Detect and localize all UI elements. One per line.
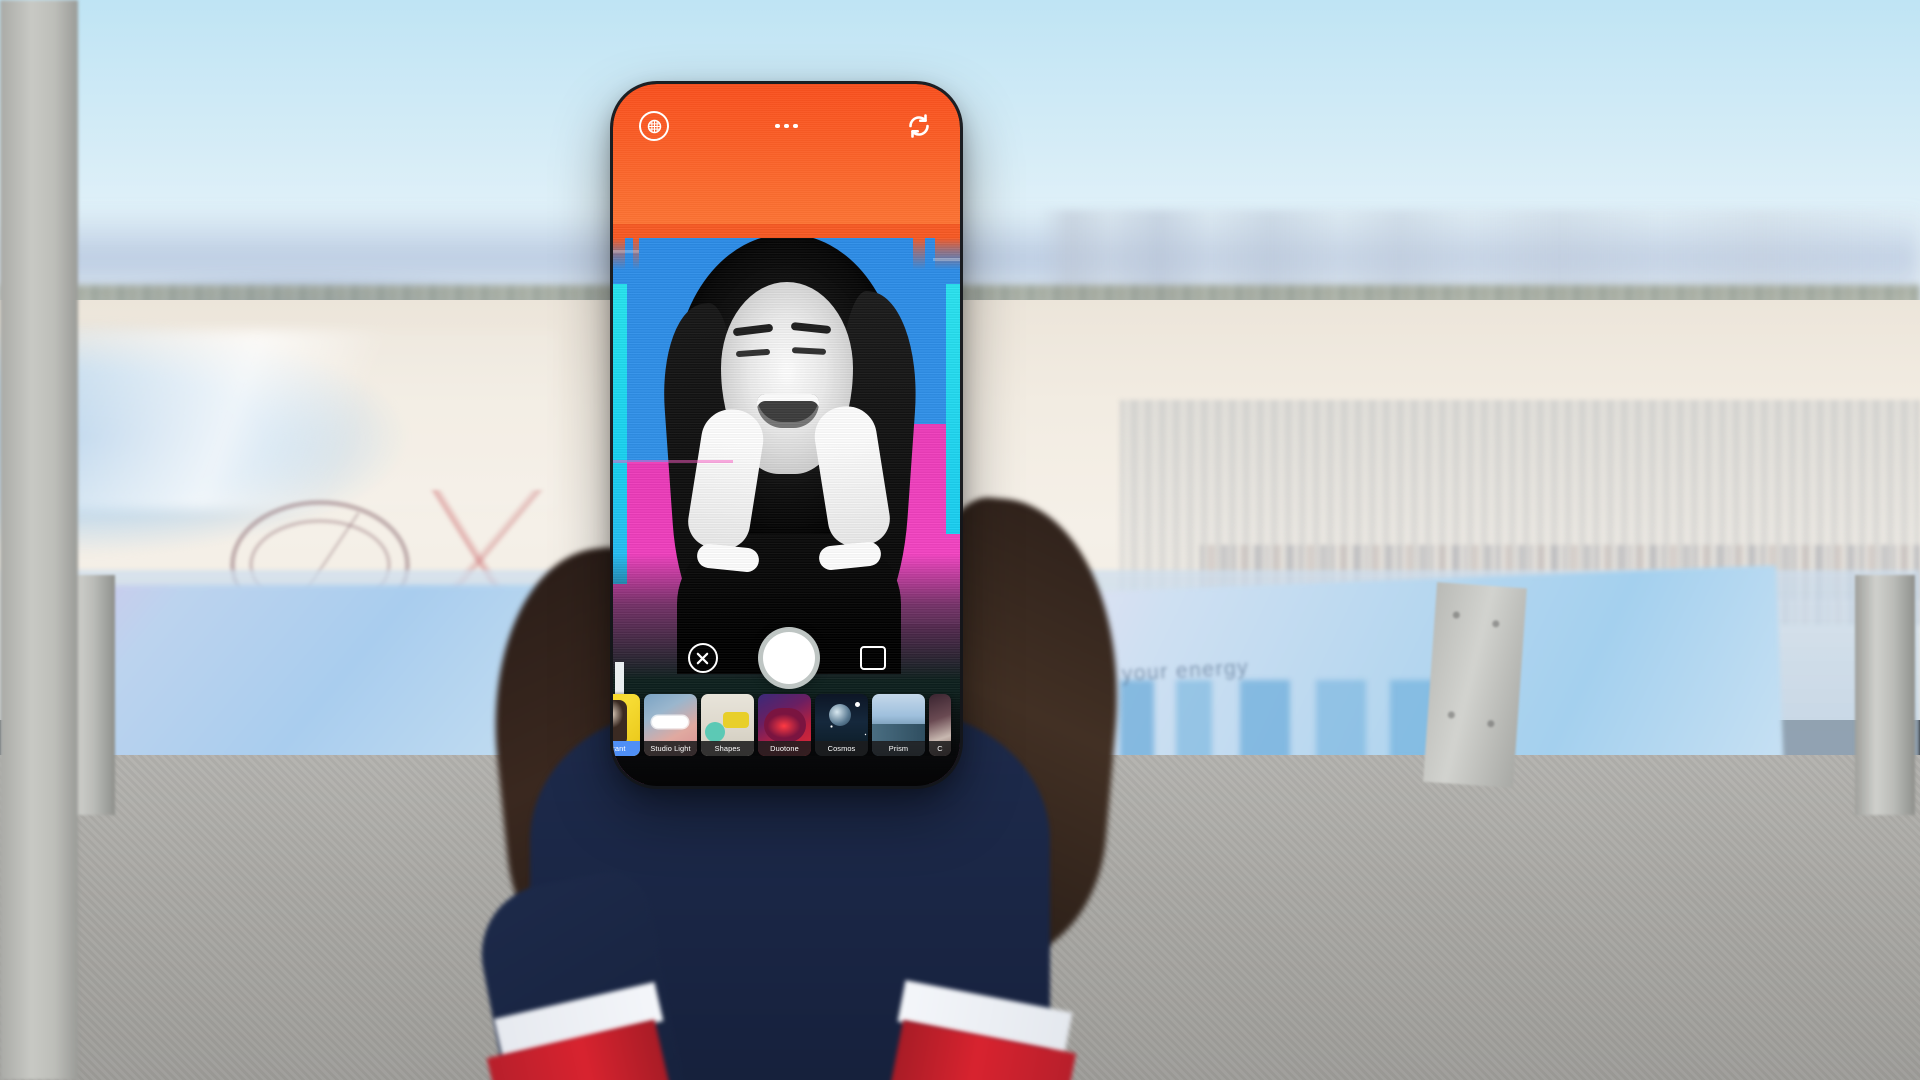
filter-label: Prism	[872, 741, 925, 756]
globe-grid-icon[interactable]	[639, 111, 669, 141]
glitch-drip-edge	[613, 224, 960, 270]
close-x-glyph	[696, 652, 709, 664]
phone-screen: Vibrant Studio Light Shapes Duotone Cosmos Pr…	[613, 84, 960, 786]
filter-item-duotone[interactable]: Duotone	[758, 694, 811, 756]
camera-flip-glyph	[909, 114, 929, 138]
preview-cyan-left	[613, 284, 627, 584]
metal-panel	[1423, 582, 1527, 788]
glitch-bar	[933, 258, 960, 261]
filter-item-cosmos[interactable]: Cosmos	[815, 694, 868, 756]
gondola-wall	[0, 0, 78, 1080]
subject-portrait	[657, 234, 924, 674]
capture-controls	[613, 622, 960, 694]
filter-label: Studio Light	[644, 741, 697, 756]
filter-label: C	[929, 741, 951, 756]
filter-label: Shapes	[701, 741, 754, 756]
railing-post	[1855, 575, 1915, 815]
more-options-icon[interactable]	[775, 123, 798, 129]
close-circle-icon[interactable]	[687, 643, 718, 673]
camera-flip-icon[interactable]	[904, 111, 934, 141]
filter-item-c[interactable]: C	[929, 694, 951, 756]
preview-cyan-right	[946, 284, 960, 534]
dot	[793, 123, 798, 129]
filter-carousel[interactable]: Vibrant Studio Light Shapes Duotone Cosmos Pr…	[613, 692, 960, 756]
shutter-button[interactable]	[757, 627, 820, 689]
phone-mockup: Vibrant Studio Light Shapes Duotone Cosmos Pr…	[613, 84, 960, 786]
filter-label: Vibrant	[613, 741, 640, 756]
background-scene: pdating your energy	[0, 0, 1920, 1080]
filter-item-studio-light[interactable]: Studio Light	[644, 694, 697, 756]
glitch-bar	[613, 250, 639, 253]
filter-item-shapes[interactable]: Shapes	[701, 694, 754, 756]
dot	[784, 123, 789, 129]
dot	[775, 123, 780, 129]
app-top-bar	[613, 106, 960, 146]
filter-item-prism[interactable]: Prism	[872, 694, 925, 756]
globe-glyph	[647, 119, 661, 133]
gallery-square-icon[interactable]	[859, 646, 886, 670]
filter-item-vibrant[interactable]: Vibrant	[613, 694, 640, 756]
filter-label: Cosmos	[815, 741, 868, 756]
glitch-bar	[613, 460, 733, 463]
filter-label: Duotone	[758, 741, 811, 756]
